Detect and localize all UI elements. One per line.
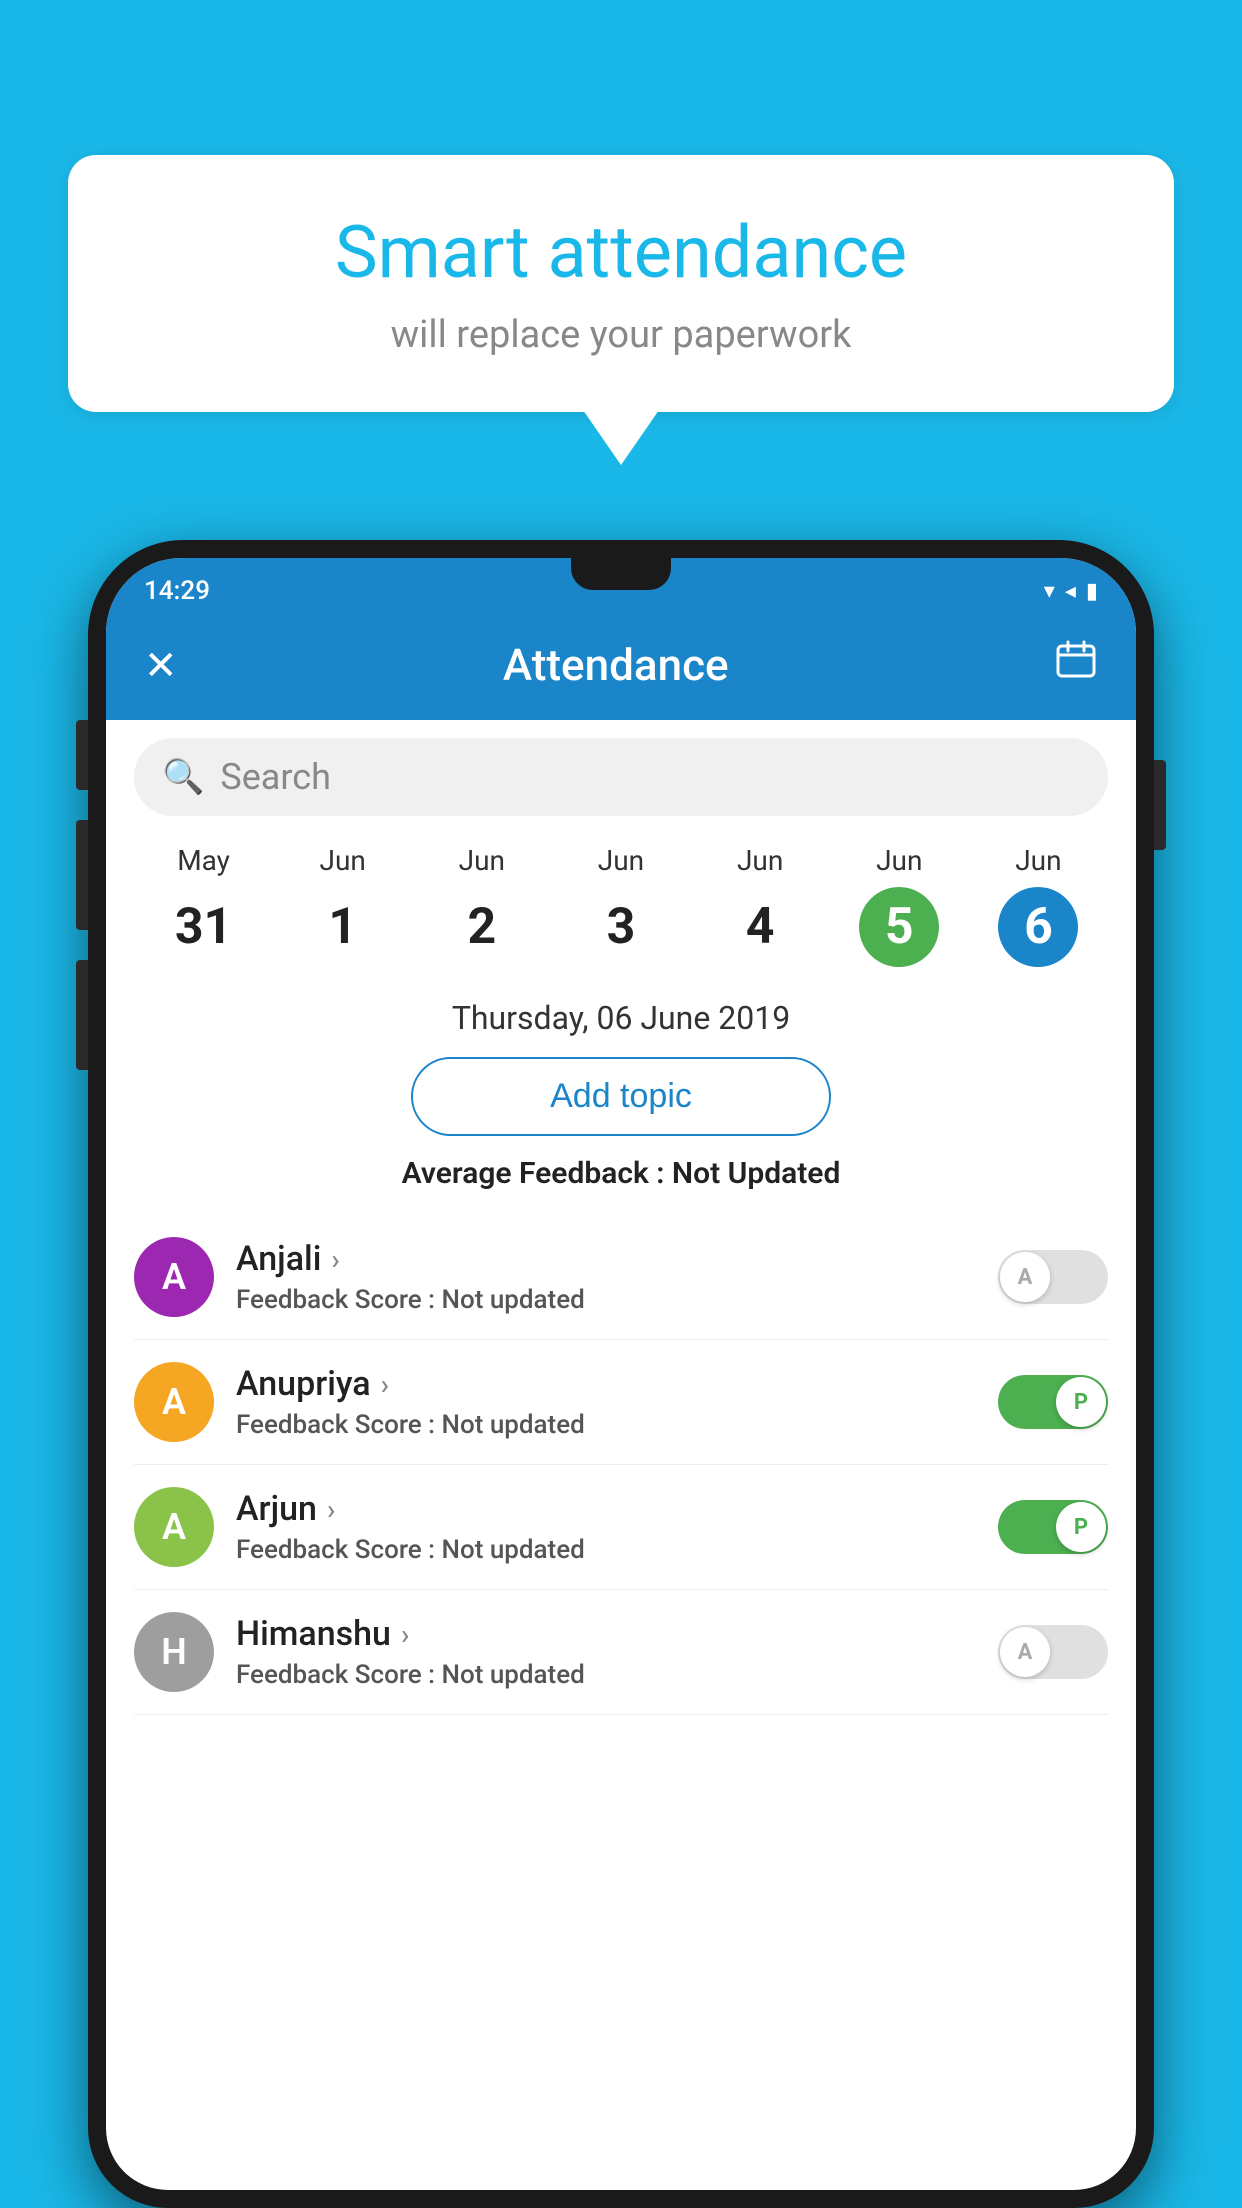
- battery-icon: ▮: [1086, 579, 1098, 604]
- date-col-0[interactable]: May 31: [164, 844, 244, 967]
- side-button-right: [1154, 760, 1166, 850]
- toggle-knob: A: [1000, 1627, 1050, 1677]
- feedback-value: Not updated: [442, 1535, 585, 1565]
- feedback-value: Not updated: [442, 1410, 585, 1440]
- search-input[interactable]: Search: [220, 756, 331, 798]
- feedback-label: Feedback Score :: [236, 1285, 442, 1315]
- student-info-0: Anjali › Feedback Score : Not updated: [236, 1239, 998, 1315]
- speech-bubble: Smart attendance will replace your paper…: [68, 155, 1174, 412]
- date-day-3[interactable]: 3: [581, 887, 661, 967]
- student-name-text: Anjali: [236, 1239, 321, 1279]
- chevron-right-icon: ›: [327, 1493, 335, 1526]
- date-col-5[interactable]: Jun 5: [859, 844, 939, 967]
- side-button-left-3: [76, 960, 88, 1070]
- date-day-0[interactable]: 31: [164, 887, 244, 967]
- feedback-value: Not updated: [442, 1285, 585, 1315]
- students-list: AAnjali›Feedback Score : Not updatedAAAn…: [134, 1215, 1108, 1715]
- page-title: Attendance: [503, 639, 729, 691]
- student-name-text: Anupriya: [236, 1364, 371, 1404]
- avatar: A: [134, 1362, 214, 1442]
- date-strip: May 31 Jun 1 Jun 2 Jun 3 Jun 4 Jun 5 Jun 6: [106, 834, 1136, 985]
- student-info-2: Arjun › Feedback Score : Not updated: [236, 1489, 998, 1565]
- status-icons: ▾ ◂ ▮: [1044, 579, 1098, 604]
- feedback-score-3: Feedback Score : Not updated: [236, 1660, 998, 1690]
- toggle-knob: A: [1000, 1252, 1050, 1302]
- selected-date-label: Thursday, 06 June 2019: [134, 985, 1108, 1057]
- add-topic-button[interactable]: Add topic: [411, 1057, 831, 1136]
- feedback-label: Feedback Score :: [236, 1535, 442, 1565]
- table-row: HHimanshu›Feedback Score : Not updatedA: [134, 1590, 1108, 1715]
- signal-icon: ◂: [1065, 579, 1076, 604]
- date-day-4[interactable]: 4: [720, 887, 800, 967]
- attendance-toggle-0[interactable]: A: [998, 1250, 1108, 1304]
- date-day-1[interactable]: 1: [303, 887, 383, 967]
- date-month-4: Jun: [737, 844, 783, 877]
- date-month-6: Jun: [1015, 844, 1061, 877]
- date-month-1: Jun: [320, 844, 366, 877]
- student-info-3: Himanshu › Feedback Score : Not updated: [236, 1614, 998, 1690]
- speech-bubble-subtitle: will replace your paperwork: [128, 313, 1114, 357]
- date-col-4[interactable]: Jun 4: [720, 844, 800, 967]
- date-month-5: Jun: [876, 844, 922, 877]
- toggle-knob: P: [1056, 1377, 1106, 1427]
- student-name-3[interactable]: Himanshu ›: [236, 1614, 998, 1654]
- student-name-1[interactable]: Anupriya ›: [236, 1364, 998, 1404]
- date-day-6[interactable]: 6: [998, 887, 1078, 967]
- date-col-6[interactable]: Jun 6: [998, 844, 1078, 967]
- date-col-1[interactable]: Jun 1: [303, 844, 383, 967]
- feedback-label: Feedback Score :: [236, 1410, 442, 1440]
- close-button[interactable]: ✕: [144, 642, 178, 689]
- status-time: 14:29: [144, 576, 210, 606]
- avg-feedback-label: Average Feedback :: [402, 1156, 672, 1191]
- table-row: A Arjun › Feedback Score : Not updated P: [134, 1465, 1108, 1590]
- feedback-score-0: Feedback Score : Not updated: [236, 1285, 998, 1315]
- student-name-text: Arjun: [236, 1489, 317, 1529]
- feedback-label: Feedback Score :: [236, 1660, 442, 1690]
- calendar-icon[interactable]: [1054, 638, 1098, 692]
- camera-notch: [571, 558, 671, 590]
- feedback-score-2: Feedback Score : Not updated: [236, 1535, 998, 1565]
- date-month-3: Jun: [598, 844, 644, 877]
- speech-bubble-title: Smart attendance: [128, 210, 1114, 295]
- top-bar: ✕ Attendance: [106, 616, 1136, 720]
- feedback-value: Not updated: [442, 1660, 585, 1690]
- speech-bubble-wrapper: Smart attendance will replace your paper…: [68, 155, 1174, 465]
- content-area: Thursday, 06 June 2019 Add topic Average…: [106, 985, 1136, 2190]
- feedback-score-1: Feedback Score : Not updated: [236, 1410, 998, 1440]
- avatar: A: [134, 1487, 214, 1567]
- search-icon: 🔍: [162, 757, 204, 797]
- speech-bubble-tail: [583, 410, 659, 465]
- side-button-left-2: [76, 820, 88, 930]
- date-col-2[interactable]: Jun 2: [442, 844, 522, 967]
- student-name-0[interactable]: Anjali ›: [236, 1239, 998, 1279]
- side-button-left-1: [76, 720, 88, 790]
- avg-feedback-value: Not Updated: [672, 1156, 840, 1191]
- chevron-right-icon: ›: [331, 1243, 339, 1276]
- attendance-toggle-2[interactable]: P: [998, 1500, 1108, 1554]
- date-month-0: May: [177, 844, 230, 877]
- date-col-3[interactable]: Jun 3: [581, 844, 661, 967]
- attendance-toggle-1[interactable]: P: [998, 1375, 1108, 1429]
- wifi-icon: ▾: [1044, 579, 1055, 604]
- toggle-knob: P: [1056, 1502, 1106, 1552]
- student-name-2[interactable]: Arjun ›: [236, 1489, 998, 1529]
- phone-frame: 14:29 ▾ ◂ ▮ ✕ Attendance 🔍 Se: [88, 540, 1154, 2208]
- chevron-right-icon: ›: [401, 1618, 409, 1651]
- attendance-toggle-3[interactable]: A: [998, 1625, 1108, 1679]
- date-day-2[interactable]: 2: [442, 887, 522, 967]
- student-info-1: Anupriya › Feedback Score : Not updated: [236, 1364, 998, 1440]
- student-name-text: Himanshu: [236, 1614, 391, 1654]
- date-day-5[interactable]: 5: [859, 887, 939, 967]
- avatar: H: [134, 1612, 214, 1692]
- table-row: A Anupriya › Feedback Score : Not updated P: [134, 1340, 1108, 1465]
- avg-feedback: Average Feedback : Not Updated: [134, 1156, 1108, 1191]
- date-month-2: Jun: [459, 844, 505, 877]
- phone-screen: 14:29 ▾ ◂ ▮ ✕ Attendance 🔍 Se: [106, 558, 1136, 2190]
- chevron-right-icon: ›: [381, 1368, 389, 1401]
- search-bar[interactable]: 🔍 Search: [134, 738, 1108, 816]
- avatar: A: [134, 1237, 214, 1317]
- table-row: AAnjali›Feedback Score : Not updatedA: [134, 1215, 1108, 1340]
